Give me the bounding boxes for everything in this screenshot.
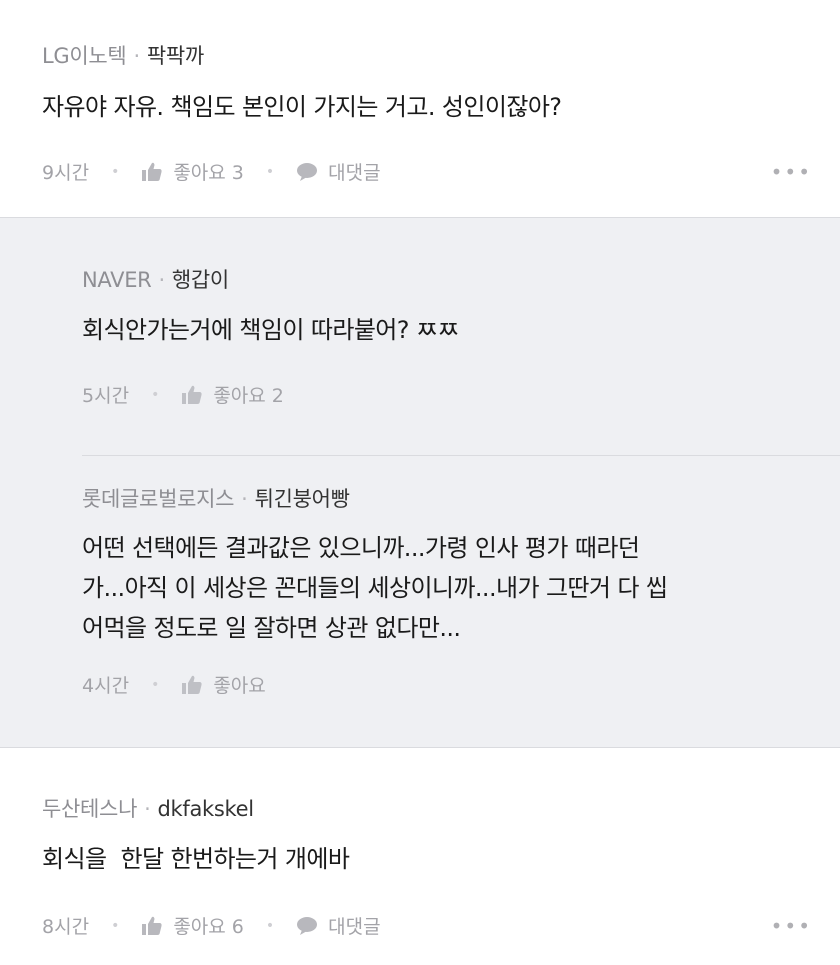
comment-text: 자유야 자유. 책임도 본인이 가지는 거고. 성인이잖아? <box>42 87 562 127</box>
comment-actions: 9시간 • 좋아요 3 • 대댓글 <box>42 158 381 185</box>
author-nickname[interactable]: 팍팍까 <box>147 44 204 68</box>
comment-text-line: 회식을 한달 한번하는거 개에바 <box>42 845 350 873</box>
action-separator: • <box>111 163 120 180</box>
comment-author: LG이노텍 · 팍팍까 <box>42 40 204 70</box>
author-company: 두산테스나 <box>42 797 138 821</box>
comment-author: NAVER · 행갑이 <box>82 264 229 294</box>
comment-text-line: 어떤 선택에든 결과값은 있으니까...가령 인사 평가 때라던 <box>82 534 640 562</box>
comment-time: 5시간 <box>82 385 130 407</box>
author-company: LG이노텍 <box>42 44 127 68</box>
reply-label: 대댓글 <box>328 916 381 938</box>
comment-text-line: 자유야 자유. 책임도 본인이 가지는 거고. 성인이잖아? <box>42 93 562 121</box>
action-separator: • <box>265 917 275 934</box>
like-button[interactable]: 좋아요 <box>181 671 266 698</box>
action-separator: • <box>151 676 160 693</box>
comment-text: 회식을 한달 한번하는거 개에바 <box>42 839 350 879</box>
reply-button[interactable]: 대댓글 <box>296 158 381 185</box>
meta-separator: · <box>144 797 151 821</box>
comment-item: LG이노텍 · 팍팍까 자유야 자유. 책임도 본인이 가지는 거고. 성인이잖아?… <box>0 0 840 218</box>
like-label: 좋아요 <box>213 675 266 697</box>
reply-item: 롯데글로벌로지스 · 튀긴붕어빵 어떤 선택에든 결과값은 있으니까...가령 인사… <box>0 456 840 748</box>
comment-time: 9시간 <box>42 162 90 184</box>
like-label: 좋아요 2 <box>213 385 284 407</box>
comment-text-line: 어먹을 정도로 일 잘하면 상관 없다만... <box>82 614 461 642</box>
like-button[interactable]: 좋아요 2 <box>181 381 284 408</box>
author-company: NAVER <box>82 268 152 292</box>
meta-separator: · <box>133 44 140 68</box>
reply-item: NAVER · 행갑이 회식안가는거에 책임이 따라붙어? ㅉㅉ 5시간 • 좋아요… <box>0 218 840 456</box>
author-nickname[interactable]: 튀긴붕어빵 <box>255 487 350 511</box>
meta-separator: · <box>158 268 165 292</box>
speech-bubble-icon <box>297 162 318 181</box>
comment-actions: 8시간 • 좋아요 6 • 대댓글 <box>42 912 381 939</box>
author-nickname[interactable]: dkfakskel <box>158 797 255 821</box>
comment-item: 두산테스나 · dkfakskel 회식을 한달 한번하는거 개에바 8시간 • 좋… <box>0 748 840 965</box>
reply-button[interactable]: 대댓글 <box>296 912 381 939</box>
action-separator: • <box>151 386 160 403</box>
more-dots-icon[interactable]: ••• <box>771 160 812 184</box>
like-button[interactable]: 좋아요 6 <box>141 912 244 939</box>
comment-actions: 4시간 • 좋아요 <box>82 671 266 698</box>
comment-text: 어떤 선택에든 결과값은 있으니까...가령 인사 평가 때라던 가...아직 … <box>82 528 668 648</box>
thumbs-up-icon <box>182 385 202 404</box>
meta-separator: · <box>241 487 248 511</box>
comment-author: 롯데글로벌로지스 · 튀긴붕어빵 <box>82 483 350 513</box>
action-separator: • <box>111 917 120 934</box>
reply-label: 대댓글 <box>328 162 381 184</box>
like-button[interactable]: 좋아요 3 <box>141 158 244 185</box>
author-company: 롯데글로벌로지스 <box>82 487 235 511</box>
comment-text: 회식안가는거에 책임이 따라붙어? ㅉㅉ <box>82 310 460 350</box>
comment-text-line: 가...아직 이 세상은 꼰대들의 세상이니까...내가 그딴거 다 씹 <box>82 574 668 602</box>
comment-text-line: 회식안가는거에 책임이 따라붙어? ㅉㅉ <box>82 316 460 344</box>
like-label: 좋아요 6 <box>173 916 244 938</box>
comment-author: 두산테스나 · dkfakskel <box>42 793 254 823</box>
author-nickname[interactable]: 행갑이 <box>172 268 229 292</box>
thumbs-up-icon <box>142 162 162 181</box>
like-label: 좋아요 3 <box>173 162 244 184</box>
thumbs-up-icon <box>182 675 202 694</box>
more-dots-icon[interactable]: ••• <box>771 914 812 938</box>
comment-time: 4시간 <box>82 675 130 697</box>
thumbs-up-icon <box>142 916 162 935</box>
comment-actions: 5시간 • 좋아요 2 <box>82 381 284 408</box>
action-separator: • <box>265 163 275 180</box>
speech-bubble-icon <box>297 916 318 935</box>
comment-time: 8시간 <box>42 916 90 938</box>
